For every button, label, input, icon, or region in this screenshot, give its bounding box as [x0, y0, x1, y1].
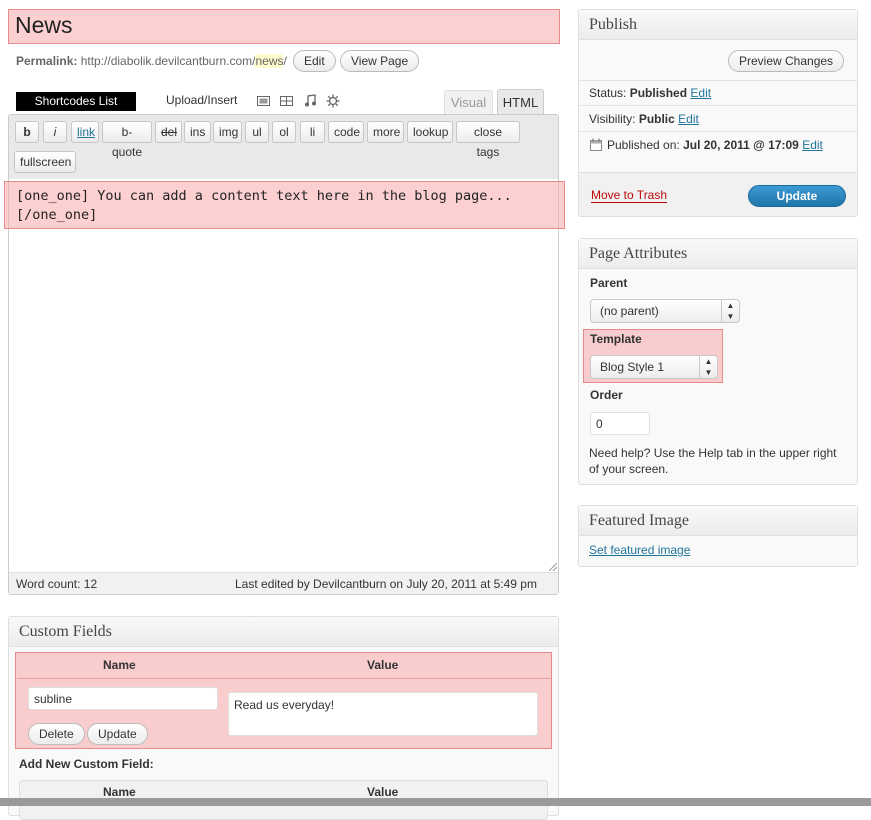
publish-sep-1 — [579, 80, 857, 81]
status-edit-link[interactable]: Edit — [690, 86, 711, 100]
permalink-edit-button[interactable]: Edit — [293, 50, 336, 72]
permalink-slug[interactable]: news — [255, 54, 284, 68]
visibility-edit-link[interactable]: Edit — [678, 112, 699, 126]
parent-select-value: (no parent) — [600, 304, 659, 318]
qt-ul[interactable]: ul — [245, 121, 269, 143]
new-field-name-header: Name — [103, 785, 136, 799]
tab-visual[interactable]: Visual — [444, 90, 493, 114]
template-select[interactable]: Blog Style 1 ▲ ▼ — [590, 355, 718, 379]
add-new-custom-field-label: Add New Custom Field: — [19, 757, 154, 771]
content-line-1: [one_one] You can add a content text her… — [16, 188, 512, 204]
add-image-icon[interactable] — [257, 95, 270, 107]
word-count: Word count: 12 — [16, 577, 98, 591]
permalink-base[interactable]: http://diabolik.devilcantburn.com/ — [81, 54, 256, 68]
qt-link[interactable]: link — [71, 121, 99, 143]
qt-bold[interactable]: b — [15, 121, 39, 143]
published-on-row: Published on: Jul 20, 2011 @ 17:09 Edit — [607, 138, 823, 152]
custom-field-delete-button[interactable]: Delete — [28, 723, 85, 745]
custom-field-name-input[interactable]: subline — [28, 687, 218, 710]
upload-insert-label: Upload/Insert — [166, 93, 238, 107]
add-video-icon[interactable] — [280, 95, 293, 107]
status-value: Published — [629, 86, 688, 100]
featured-image-title[interactable]: Featured Image — [579, 506, 857, 536]
permalink-row: Permalink: http://diabolik.devilcantburn… — [16, 54, 287, 68]
tab-html[interactable]: HTML — [497, 89, 544, 115]
last-edited: Last edited by Devilcantburn on July 20,… — [235, 577, 537, 591]
status-label: Status: — [589, 86, 627, 100]
parent-label: Parent — [590, 276, 628, 290]
resize-handle-icon[interactable] — [549, 563, 557, 571]
page-attributes-title[interactable]: Page Attributes — [579, 239, 857, 269]
publish-sep-2 — [579, 105, 857, 106]
update-button[interactable]: Update — [748, 185, 846, 207]
qt-ol[interactable]: ol — [272, 121, 296, 143]
published-on-label: Published on: — [607, 138, 680, 152]
featured-image-panel: Featured Image — [578, 505, 858, 567]
qt-ins[interactable]: ins — [184, 121, 211, 143]
set-featured-image-link[interactable]: Set featured image — [589, 543, 690, 557]
add-audio-icon[interactable] — [304, 94, 317, 107]
editor-textarea[interactable]: [one_one] You can add a content text her… — [16, 187, 512, 225]
shortcodes-list-button[interactable]: Shortcodes List — [16, 92, 136, 111]
custom-field-name-header: Name — [103, 658, 136, 672]
visibility-label: Visibility: — [589, 112, 636, 126]
publish-title[interactable]: Publish — [579, 10, 857, 40]
custom-field-value-header: Value — [367, 658, 399, 672]
parent-select[interactable]: (no parent) ▲ ▼ — [590, 299, 740, 323]
qt-more[interactable]: more — [367, 121, 404, 143]
help-line-2: of your screen. — [589, 462, 669, 476]
order-label: Order — [590, 388, 623, 402]
add-media-icon[interactable] — [326, 94, 340, 108]
published-on-value: Jul 20, 2011 @ 17:09 — [683, 138, 799, 152]
calendar-icon — [590, 138, 602, 151]
preview-changes-button[interactable]: Preview Changes — [728, 50, 845, 72]
qt-blockquote[interactable]: b-quote — [102, 121, 152, 159]
template-select-value: Blog Style 1 — [600, 360, 665, 374]
custom-fields-title[interactable]: Custom Fields — [9, 617, 558, 647]
custom-field-value-textarea[interactable]: Read us everyday! — [228, 692, 538, 736]
qt-close-tags[interactable]: close tags — [456, 121, 520, 159]
custom-field-update-button[interactable]: Update — [87, 723, 148, 745]
template-label: Template — [590, 332, 642, 346]
new-field-value-header: Value — [367, 785, 399, 799]
qt-code[interactable]: code — [328, 121, 364, 143]
qt-li[interactable]: li — [300, 121, 325, 143]
help-line-1: Need help? Use the Help tab in the upper… — [589, 446, 837, 460]
move-to-trash-link[interactable]: Move to Trash — [591, 189, 668, 203]
order-input[interactable]: 0 — [590, 412, 650, 435]
qt-italic[interactable]: i — [43, 121, 67, 143]
page-attributes-help: Need help? Use the Help tab in the upper… — [589, 445, 837, 477]
qt-lookup[interactable]: lookup — [407, 121, 453, 143]
status-row: Status: Published Edit — [589, 86, 711, 100]
qt-del[interactable]: del — [155, 121, 182, 143]
visibility-row: Visibility: Public Edit — [589, 112, 699, 126]
select-arrows-icon: ▲ ▼ — [699, 356, 717, 378]
post-title-input[interactable]: News — [15, 12, 73, 39]
content-line-2: [/one_one] — [16, 207, 98, 223]
qt-img[interactable]: img — [213, 121, 242, 143]
bottom-bar — [0, 798, 871, 806]
published-on-edit-link[interactable]: Edit — [802, 138, 823, 152]
permalink-label: Permalink: — [16, 54, 78, 68]
permalink-trailing: / — [283, 54, 287, 68]
publish-sep-3 — [579, 131, 857, 132]
view-page-button[interactable]: View Page — [340, 50, 420, 72]
custom-field-header-divider — [17, 678, 550, 679]
visibility-value: Public — [638, 112, 675, 126]
select-arrows-icon: ▲ ▼ — [721, 300, 739, 322]
title-highlight — [8, 9, 560, 44]
qt-fullscreen[interactable]: fullscreen — [14, 151, 76, 173]
